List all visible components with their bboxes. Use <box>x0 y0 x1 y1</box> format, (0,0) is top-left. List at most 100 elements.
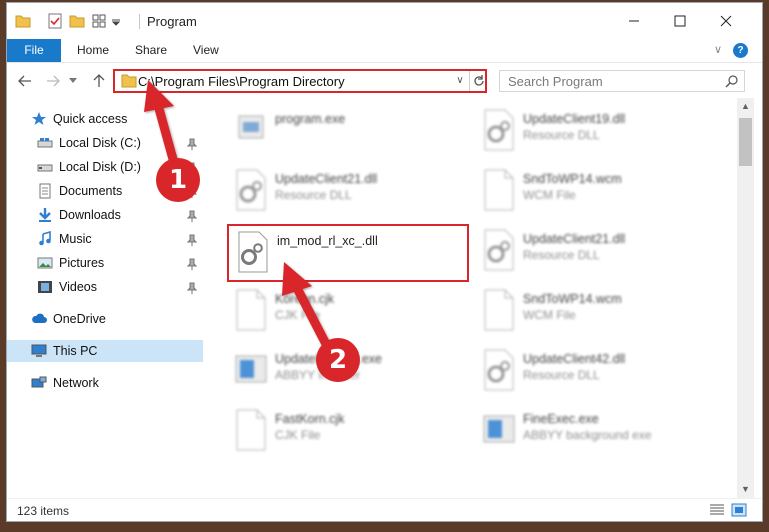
chevron-down-icon <box>69 78 77 83</box>
scroll-down-icon[interactable]: ▼ <box>737 481 754 498</box>
folder-icon[interactable] <box>15 13 31 29</box>
sidebar-item-label: Pictures <box>59 256 105 270</box>
new-folder-icon[interactable] <box>69 13 85 29</box>
address-dropdown-icon[interactable]: ∨ <box>453 73 467 89</box>
search-box[interactable]: Search Program <box>499 70 745 92</box>
pin-icon[interactable] <box>187 258 197 270</box>
window-title: Program <box>147 14 197 29</box>
file-name: UpdateClient21.dll <box>275 172 378 186</box>
file-type: CJK File <box>275 428 321 442</box>
blank-file-icon <box>484 169 514 211</box>
search-icon <box>725 75 738 88</box>
help-icon[interactable]: ? <box>733 43 748 58</box>
network-icon <box>31 376 47 388</box>
list-item[interactable]: UpdateClient21.dll Resource DLL <box>227 164 467 220</box>
file-type: Resource DLL <box>523 128 600 142</box>
sidebar-item-local-disk-c[interactable]: Local Disk (C:) <box>37 132 141 154</box>
tab-view[interactable]: View <box>193 39 219 62</box>
maximize-button[interactable] <box>657 8 703 34</box>
file-type: Resource DLL <box>523 248 600 262</box>
list-item[interactable]: SndToWP14.wcm WCM File <box>475 284 715 340</box>
file-type: WCM File <box>523 188 576 202</box>
videos-icon <box>38 281 52 293</box>
recent-locations-button[interactable] <box>67 71 79 91</box>
sidebar-item-pictures[interactable]: Pictures <box>37 252 104 274</box>
exe-icon <box>238 115 264 139</box>
pin-icon[interactable] <box>187 234 197 246</box>
blank-file-icon <box>236 289 266 331</box>
list-item[interactable]: Korean.cjk CJK File <box>227 284 467 340</box>
back-button[interactable] <box>15 71 35 91</box>
file-name: UpdateClient42.dll <box>523 352 626 366</box>
sidebar-item-this-pc[interactable]: This PC <box>7 340 203 362</box>
item-count: 123 items <box>17 504 70 518</box>
vertical-scrollbar[interactable]: ▲ ▼ <box>737 98 754 498</box>
title-separator <box>139 14 140 29</box>
close-button[interactable] <box>703 8 749 34</box>
list-item[interactable]: program.exe <box>227 104 467 160</box>
file-type: CJK File <box>275 308 321 322</box>
address-bar[interactable]: C:\Program Files\Program Directory ∨ <box>113 69 487 93</box>
download-icon <box>39 208 51 222</box>
address-path: C:\Program Files\Program Directory <box>138 74 345 89</box>
file-type: Resource DLL <box>275 188 352 202</box>
minimize-icon <box>629 20 639 22</box>
sidebar-item-videos[interactable]: Videos <box>37 276 97 298</box>
file-type: WCM File <box>523 308 576 322</box>
pin-icon[interactable] <box>187 210 197 222</box>
explorer-window: Program File Home Share View ∨ ? C:\Prog… <box>6 2 763 522</box>
file-name: UpdateClient21.dll <box>523 232 626 246</box>
file-name: SndToWP14.wcm <box>523 172 622 186</box>
sidebar-item-label: Music <box>59 232 92 246</box>
list-item[interactable]: UpdateClient42.dll Resource DLL <box>475 344 715 400</box>
minimize-button[interactable] <box>611 8 657 34</box>
sidebar-item-network[interactable]: Network <box>31 372 99 394</box>
sidebar-item-label: Quick access <box>53 112 128 126</box>
file-name: im_mod_rl_xc_.dll <box>277 234 378 248</box>
search-input[interactable]: Search Program <box>508 74 603 89</box>
view-options-icon[interactable] <box>91 13 107 29</box>
sidebar-item-label: OneDrive <box>53 312 106 326</box>
sidebar-item-music[interactable]: Music <box>37 228 92 250</box>
list-item[interactable]: FastKorn.cjk CJK File <box>227 404 467 460</box>
scroll-thumb[interactable] <box>739 118 752 166</box>
sidebar-item-downloads[interactable]: Downloads <box>37 204 121 226</box>
large-icons-view-icon[interactable] <box>731 503 747 517</box>
sidebar-item-onedrive[interactable]: OneDrive <box>31 308 106 330</box>
cloud-icon <box>32 313 47 323</box>
refresh-button[interactable] <box>469 71 487 91</box>
properties-icon[interactable] <box>47 13 63 29</box>
folder-icon <box>121 74 137 88</box>
file-type: Resource DLL <box>523 368 600 382</box>
sidebar-item-label: Videos <box>59 280 97 294</box>
refresh-icon <box>473 75 484 86</box>
list-item[interactable]: SndToWP14.wcm WCM File <box>475 164 715 220</box>
dll-icon <box>484 229 514 271</box>
tab-home[interactable]: Home <box>77 39 109 62</box>
dll-icon <box>484 349 514 391</box>
sidebar-item-quick-access[interactable]: Quick access <box>31 108 127 130</box>
file-list: program.exe UpdateClient19.dll Resource … <box>207 98 737 498</box>
tab-file[interactable]: File <box>7 39 61 62</box>
details-view-icon[interactable] <box>709 503 725 517</box>
expand-ribbon-icon[interactable]: ∨ <box>714 43 728 57</box>
pin-icon[interactable] <box>187 138 197 150</box>
sidebar-item-label: Documents <box>59 184 123 198</box>
dll-icon <box>484 109 514 151</box>
pin-icon[interactable] <box>187 282 197 294</box>
list-item[interactable]: FineExec.exe ABBYY background exe <box>475 404 715 460</box>
sidebar-item-local-disk-d[interactable]: Local Disk (D:) <box>37 156 141 178</box>
forward-button[interactable] <box>43 71 63 91</box>
list-item[interactable]: UpdateClient19.dll Resource DLL <box>475 104 715 160</box>
file-name: FineExec.exe <box>523 412 599 426</box>
list-item[interactable]: UpdateClient21.dll Resource DLL <box>475 224 715 280</box>
documents-icon <box>39 183 51 199</box>
sidebar-item-documents[interactable]: Documents <box>37 180 122 202</box>
file-name: SndToWP14.wcm <box>523 292 622 306</box>
customize-toolbar-icon[interactable] <box>111 13 121 29</box>
target-file[interactable]: im_mod_rl_xc_.dll <box>227 224 469 282</box>
up-button[interactable] <box>89 71 109 91</box>
scroll-up-icon[interactable]: ▲ <box>737 98 754 115</box>
tab-share[interactable]: Share <box>135 39 167 62</box>
navigation-bar: C:\Program Files\Program Directory ∨ Sea… <box>7 62 762 98</box>
